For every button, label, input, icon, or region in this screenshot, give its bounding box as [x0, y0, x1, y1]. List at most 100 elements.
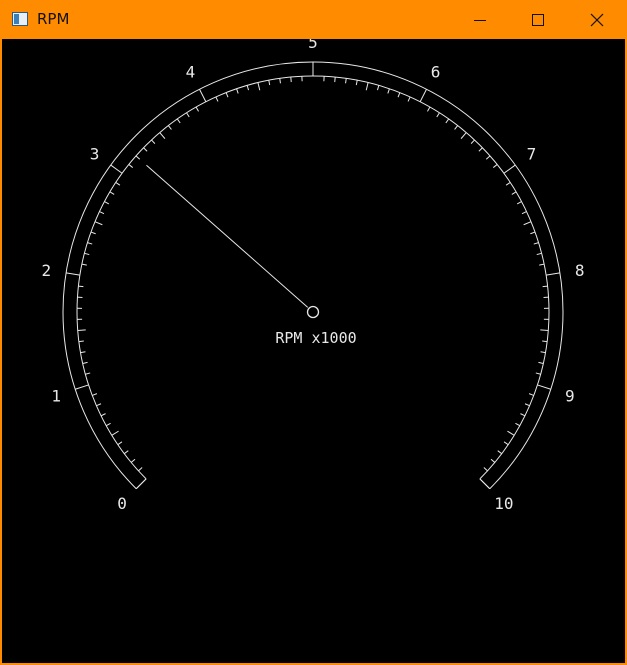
major-tick: [110, 164, 123, 174]
scale-label-5: 5: [308, 39, 318, 52]
minor-tick: [515, 422, 521, 427]
minor-tick: [117, 441, 123, 446]
scale-label-10: 10: [494, 494, 513, 513]
scale-label-9: 9: [565, 386, 575, 405]
minor-tick: [445, 118, 450, 124]
minor-tick: [536, 252, 542, 256]
minor-tick: [81, 263, 87, 266]
maximize-icon: [532, 13, 544, 26]
window-title: RPM: [37, 10, 70, 28]
minor-tick: [427, 106, 431, 112]
title-bar[interactable]: RPM: [0, 0, 627, 39]
minor-tick: [143, 147, 148, 152]
minor-tick: [540, 351, 546, 354]
minor-tick: [485, 155, 491, 160]
minor-tick: [524, 403, 530, 407]
close-button[interactable]: [567, 0, 627, 39]
gauge-canvas: 0 1 2 3 4 5 6 7 8 9 10 RPM x1000: [2, 39, 625, 663]
minor-tick: [497, 450, 503, 455]
needle-hub: [306, 305, 320, 319]
close-icon: [590, 13, 604, 26]
major-tick: [546, 272, 561, 276]
scale-label-1: 1: [51, 386, 61, 405]
scale-label-7: 7: [527, 144, 537, 163]
minor-tick: [538, 361, 544, 364]
minor-tick: [135, 155, 141, 160]
minor-tick: [77, 329, 86, 332]
minor-tick: [78, 285, 84, 288]
scale-label-0: 0: [117, 494, 127, 513]
minor-tick: [80, 351, 86, 354]
minor-tick: [115, 182, 121, 186]
major-tick: [537, 384, 551, 390]
minor-tick: [505, 182, 511, 186]
minor-tick: [225, 92, 229, 98]
minor-tick: [528, 393, 534, 396]
minor-tick: [159, 132, 166, 139]
minor-tick: [523, 221, 532, 226]
rpm-gauge: 0 1 2 3 4 5 6 7 8 9 10 RPM x1000: [42, 39, 585, 513]
minor-tick: [104, 201, 110, 205]
scale-label-3: 3: [90, 144, 100, 163]
minor-tick: [96, 403, 102, 407]
minor-tick: [387, 88, 390, 94]
major-tick: [419, 89, 427, 102]
minor-tick: [82, 361, 88, 364]
minor-tick: [535, 372, 541, 375]
minor-tick: [128, 164, 134, 168]
minor-tick: [279, 78, 281, 84]
minor-tick: [397, 92, 401, 98]
minor-tick: [530, 231, 536, 235]
minor-tick: [490, 458, 496, 463]
minor-tick: [215, 96, 219, 102]
minor-tick: [540, 329, 549, 332]
minor-tick: [257, 82, 261, 91]
minor-tick: [195, 106, 199, 112]
minor-tick: [542, 340, 548, 343]
minor-tick: [123, 450, 129, 455]
minor-tick: [533, 242, 539, 245]
gauge-inner-arc: [76, 75, 550, 480]
minor-tick: [100, 413, 106, 417]
minor-tick: [186, 112, 190, 118]
scale-label-2: 2: [42, 261, 52, 280]
minor-tick: [492, 164, 498, 168]
minor-tick: [176, 118, 181, 124]
minor-tick: [542, 285, 548, 288]
minor-tick: [90, 231, 96, 235]
major-tick: [503, 164, 516, 174]
minor-tick: [511, 191, 517, 195]
minor-tick: [99, 211, 105, 215]
gauge-start-cap: [135, 478, 147, 490]
minor-tick: [507, 430, 515, 436]
scale-label-6: 6: [431, 62, 441, 81]
minor-tick: [520, 413, 526, 417]
maximize-button[interactable]: [509, 0, 567, 39]
minor-tick: [130, 458, 136, 463]
minor-tick: [355, 80, 358, 86]
minor-tick: [516, 201, 522, 205]
minor-tick: [111, 430, 119, 436]
minor-tick: [407, 96, 411, 102]
gauge-end-cap: [479, 478, 491, 490]
minor-tick: [151, 139, 156, 144]
minimize-button[interactable]: [451, 0, 509, 39]
minor-tick: [94, 221, 103, 226]
minor-tick: [167, 125, 172, 130]
minor-tick: [236, 88, 239, 94]
minor-tick: [436, 112, 440, 118]
minor-tick: [87, 242, 93, 245]
minor-tick: [521, 211, 527, 215]
minor-tick: [268, 80, 271, 86]
major-tick: [65, 272, 80, 276]
scale-label-4: 4: [186, 62, 196, 81]
minimize-icon: [474, 19, 486, 21]
minor-tick: [503, 441, 509, 446]
minor-tick: [246, 85, 250, 91]
minor-tick: [85, 372, 91, 375]
minor-tick: [483, 467, 488, 472]
major-tick: [75, 384, 89, 390]
minor-tick: [84, 252, 90, 256]
rpm-window: RPM 0 1 2 3 4 5 6 7 8 9 10 RPM x1000: [0, 0, 627, 665]
minor-tick: [345, 78, 347, 84]
